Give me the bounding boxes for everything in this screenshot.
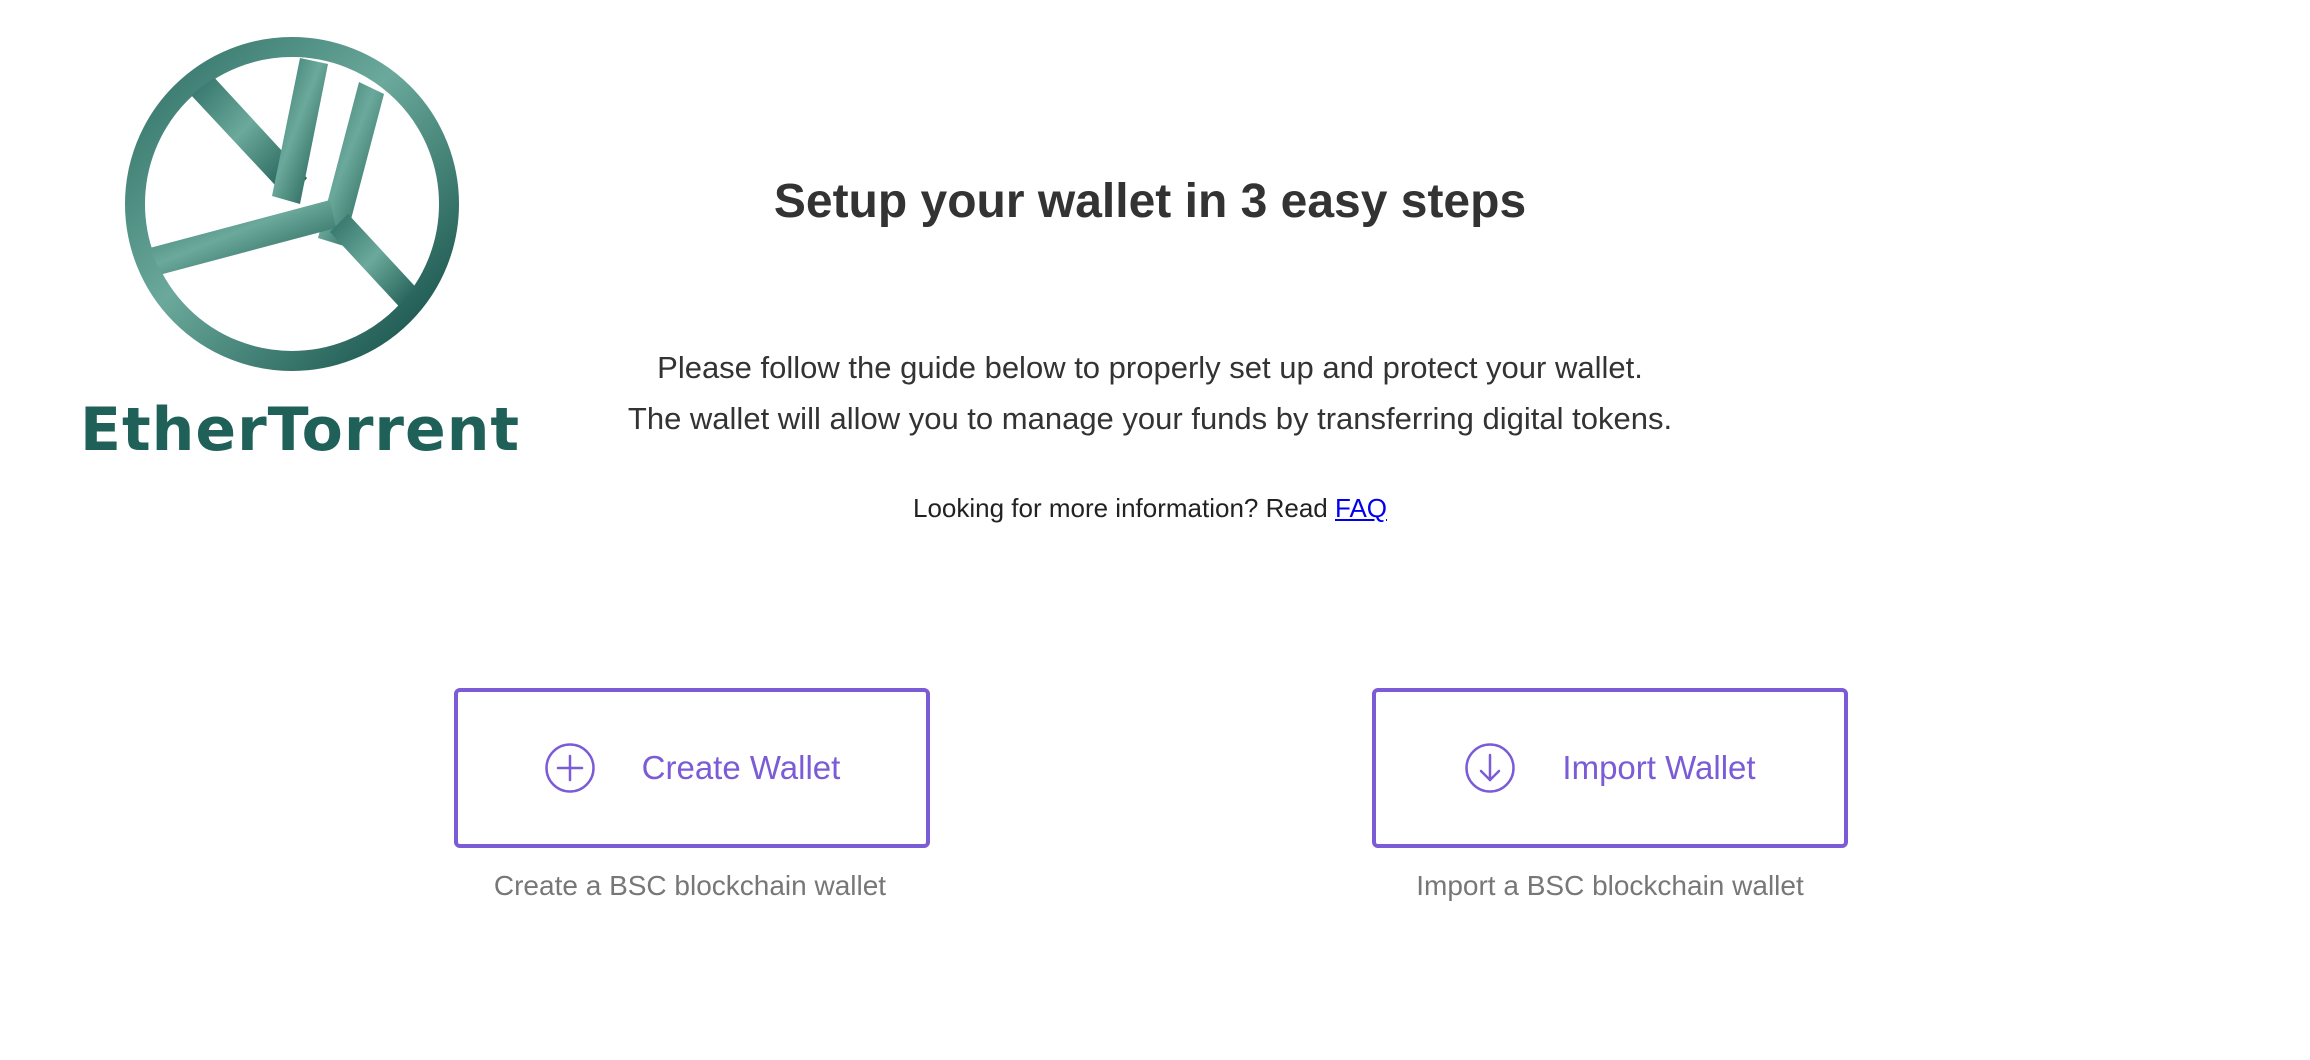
faq-info-text: Looking for more information? Read xyxy=(912,493,1328,523)
intro-line-1: Please follow the guide below to properl… xyxy=(657,350,1643,385)
faq-info: Looking for more information? Read FAQ xyxy=(650,490,1650,526)
faq-link[interactable]: FAQ xyxy=(1335,493,1387,523)
create-wallet-caption: Create a BSC blockchain wallet xyxy=(493,870,887,901)
arrow-down-circle-icon xyxy=(1465,743,1516,793)
create-wallet-button[interactable]: Create Wallet xyxy=(454,688,930,848)
ethertorrent-logo-icon xyxy=(125,37,459,371)
create-wallet-label: Create Wallet xyxy=(641,749,841,786)
page-title: Setup your wallet in 3 easy steps xyxy=(773,175,1527,228)
import-wallet-label: Import Wallet xyxy=(1562,749,1756,786)
brand-name: EtherTorrent xyxy=(80,395,521,465)
import-wallet-button[interactable]: Import Wallet xyxy=(1372,688,1848,848)
brand-logo: EtherTorrent xyxy=(80,30,521,470)
intro-text: Please follow the guide below to properl… xyxy=(450,342,1850,444)
intro-line-2: The wallet will allow you to manage your… xyxy=(627,401,1673,436)
plus-circle-icon xyxy=(544,743,595,793)
import-wallet-caption: Import a BSC blockchain wallet xyxy=(1416,870,1804,901)
